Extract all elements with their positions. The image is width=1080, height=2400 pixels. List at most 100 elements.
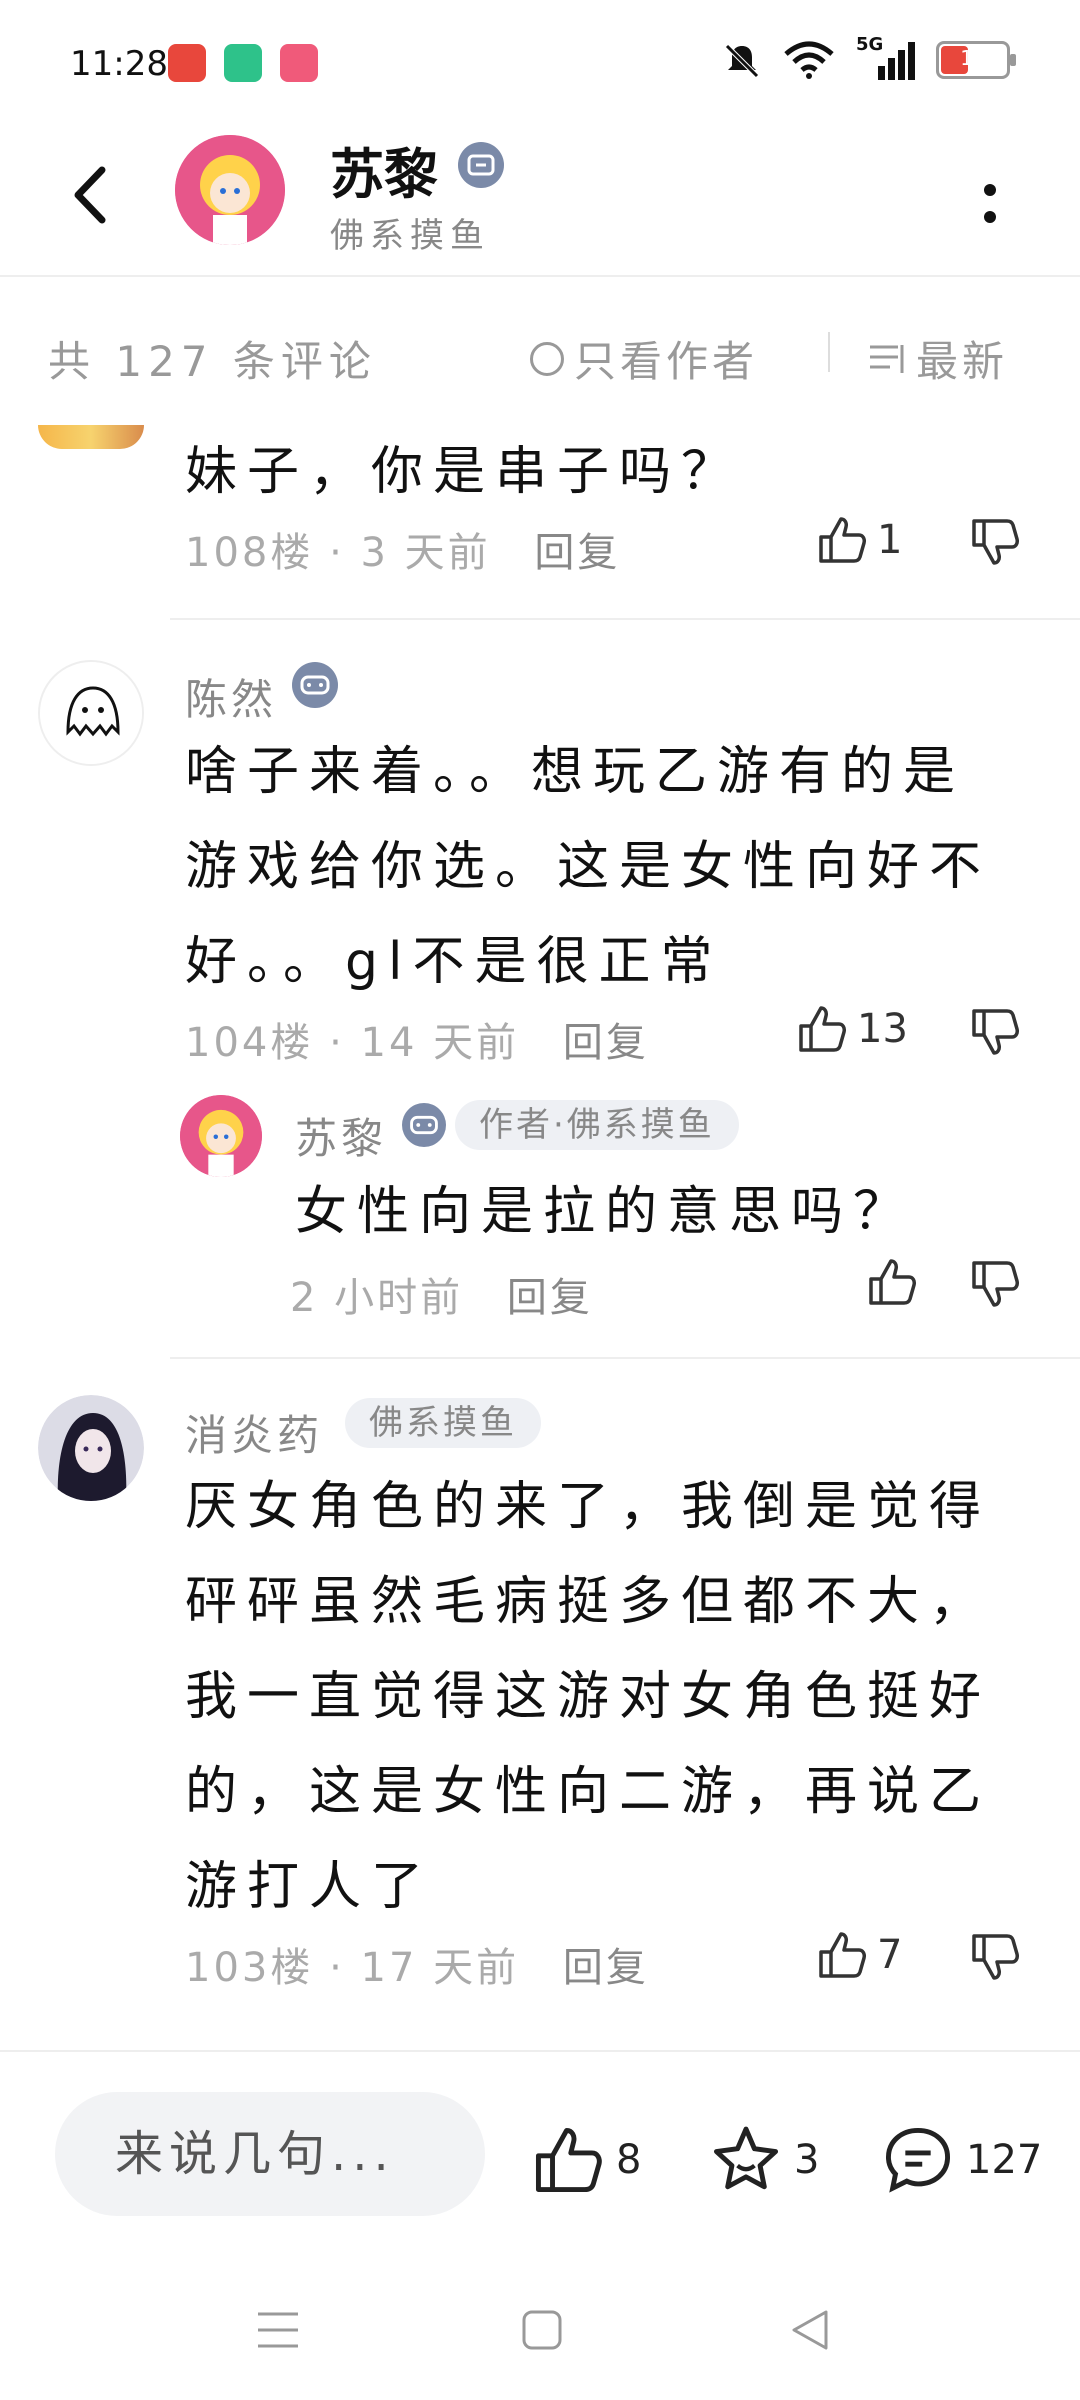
radio-icon [530,341,564,376]
sub-reply: 苏黎 作者·佛系摸鱼 女性向是拉的意思吗？ 2 小时前 回复 [180,1095,1060,1335]
commenter-avatar[interactable] [38,660,144,766]
thumbs-down-icon[interactable] [968,515,1022,569]
post-time: 17 天前 [360,1945,520,1991]
thumbs-down-icon[interactable] [968,1930,1022,1984]
avatar-illustration [180,1095,262,1177]
post-like-button[interactable]: 8 [530,2122,641,2198]
home-icon[interactable] [520,2308,564,2352]
like-button[interactable]: 7 [815,1928,902,1982]
like-count: 7 [877,1932,903,1978]
menu-icon[interactable] [254,2308,302,2352]
comment-line: 砰砰虽然毛病挺多但都不大， [185,1572,992,1632]
post-like-count: 8 [616,2137,642,2183]
comment-line: 啥子来着。。想玩乙游有的是 [185,742,966,802]
author-chip: 作者·佛系摸鱼 [455,1100,739,1150]
anime-girl-avatar-illustration [38,1395,144,1501]
author-name[interactable]: 苏黎 [330,130,438,209]
like-button[interactable]: 13 [795,1002,908,1056]
favorite-count: 3 [794,2137,820,2183]
back-arrow-icon[interactable] [60,160,120,230]
comment-separator [170,1357,1080,1359]
star-icon [713,2126,779,2190]
thumbs-down-icon[interactable] [968,1005,1022,1059]
commenter-avatar[interactable] [38,1395,144,1501]
comment-meta: 104楼 · 14 天前 回复 [185,1020,649,1066]
comment-108: 妹子，你是串子吗？ 108楼 · 3 天前 回复 1 [0,395,1080,615]
news-app-icon [168,44,206,82]
post-header: 苏黎 佛系摸鱼 [0,120,1080,277]
reply-meta: 2 小时前 回复 [290,1265,593,1323]
battery-saver-app-icon [224,44,262,82]
commenter-name[interactable]: 陈然 [185,666,277,727]
comment-line: 游打人了 [185,1857,434,1917]
creator-badge-icon [458,142,504,188]
signal-5g: 5G [856,34,916,80]
reply-author-name[interactable]: 苏黎 [295,1105,387,1166]
status-icons: 5G 19 [722,34,1016,80]
like-count: 13 [857,1006,908,1052]
back-triangle-icon[interactable] [788,2308,832,2352]
reply-button[interactable]: 回复 [507,1275,593,1321]
comments-button[interactable]: 127 [880,2122,1042,2198]
comment-line: 我一直觉得这游对女角色挺好 [185,1667,992,1727]
comment-text: 厌女角色的来了，我倒是觉得 砰砰虽然毛病挺多但都不大， 我一直觉得这游对女角色挺… [185,1460,991,1935]
comment-separator [170,618,1080,620]
author-avatar[interactable] [175,135,285,245]
floor-number: 104楼 [185,1020,314,1066]
reply-text: 女性向是拉的意思吗？ [295,1182,916,1242]
avatar-partial [38,425,144,449]
post-time: 14 天前 [360,1020,520,1066]
thumbs-down-icon[interactable] [968,1257,1022,1311]
reply-author-avatar[interactable] [180,1095,262,1177]
sort-toggle[interactable]: 最新 [868,328,1008,389]
comment-line: 游戏给你选。这是女性向好不 [185,837,992,897]
comment-input[interactable]: 来说几句... [55,2092,485,2216]
status-time: 11:28 [70,44,168,84]
thumbs-up-icon [819,1932,866,1978]
favorite-button[interactable]: 3 [708,2122,819,2198]
signature-chip: 佛系摸鱼 [345,1398,541,1448]
sort-label: 最新 [916,337,1009,386]
only-author-toggle[interactable]: 只看作者 [530,328,758,389]
avatar-illustration [175,135,285,245]
signal-icon [878,42,915,80]
only-author-label: 只看作者 [574,337,759,386]
more-options-icon[interactable] [975,175,1005,235]
comment-meta: 108楼 · 3 天前 回复 [185,530,621,576]
status-bar: 11:28 5G 19 [0,0,1080,120]
comment-line: 好。。gl不是很正常 [185,932,723,992]
floor-number: 103楼 [185,1945,314,1991]
reply-button[interactable]: 回复 [563,1020,649,1066]
creator-badge-icon [402,1103,446,1147]
author-signature: 佛系摸鱼 [330,216,490,256]
like-count: 1 [877,517,903,563]
divider [828,332,830,372]
thumbs-up-icon[interactable] [865,1255,919,1309]
floor-number: 108楼 [185,530,314,576]
ghost-avatar-illustration [40,662,142,764]
game-badge-icon [292,662,338,708]
sort-list-icon [870,344,904,373]
thumbs-up-icon [819,517,866,563]
comment-line: 厌女角色的来了，我倒是觉得 [185,1477,992,1537]
comment-count: 共 127 条评论 [48,337,377,386]
reply-button[interactable]: 回复 [534,530,620,576]
thumbs-up-icon [535,2127,602,2193]
mute-bell-icon [725,44,759,78]
reply-button[interactable]: 回复 [563,1945,649,1991]
post-time: 3 天前 [360,530,491,576]
video-app-icon [280,44,318,82]
comment-line: 的，这是女性向二游，再说乙 [185,1762,992,1822]
comment-meta: 103楼 · 17 天前 回复 [185,1945,649,1991]
battery-icon: 19 [936,41,1016,79]
comment-103: 消炎药 佛系摸鱼 厌女角色的来了，我倒是觉得 砰砰虽然毛病挺多但都不大， 我一直… [0,1380,1080,2030]
thumbs-up-icon [799,1006,846,1052]
comment-bubble-icon [885,2127,951,2193]
comment-104: 陈然 啥子来着。。想玩乙游有的是 游戏给你选。这是女性向好不 好。。gl不是很正… [0,640,1080,1350]
bottom-action-bar: 来说几句... 8 3 127 [0,2050,1080,2232]
post-time: 2 小时前 [290,1275,464,1321]
comment-text: 啥子来着。。想玩乙游有的是 游戏给你选。这是女性向好不 好。。gl不是很正常 [185,725,991,1010]
commenter-name[interactable]: 消炎药 [185,1402,323,1463]
battery-level: 19 [960,46,986,70]
like-button[interactable]: 1 [815,513,902,567]
